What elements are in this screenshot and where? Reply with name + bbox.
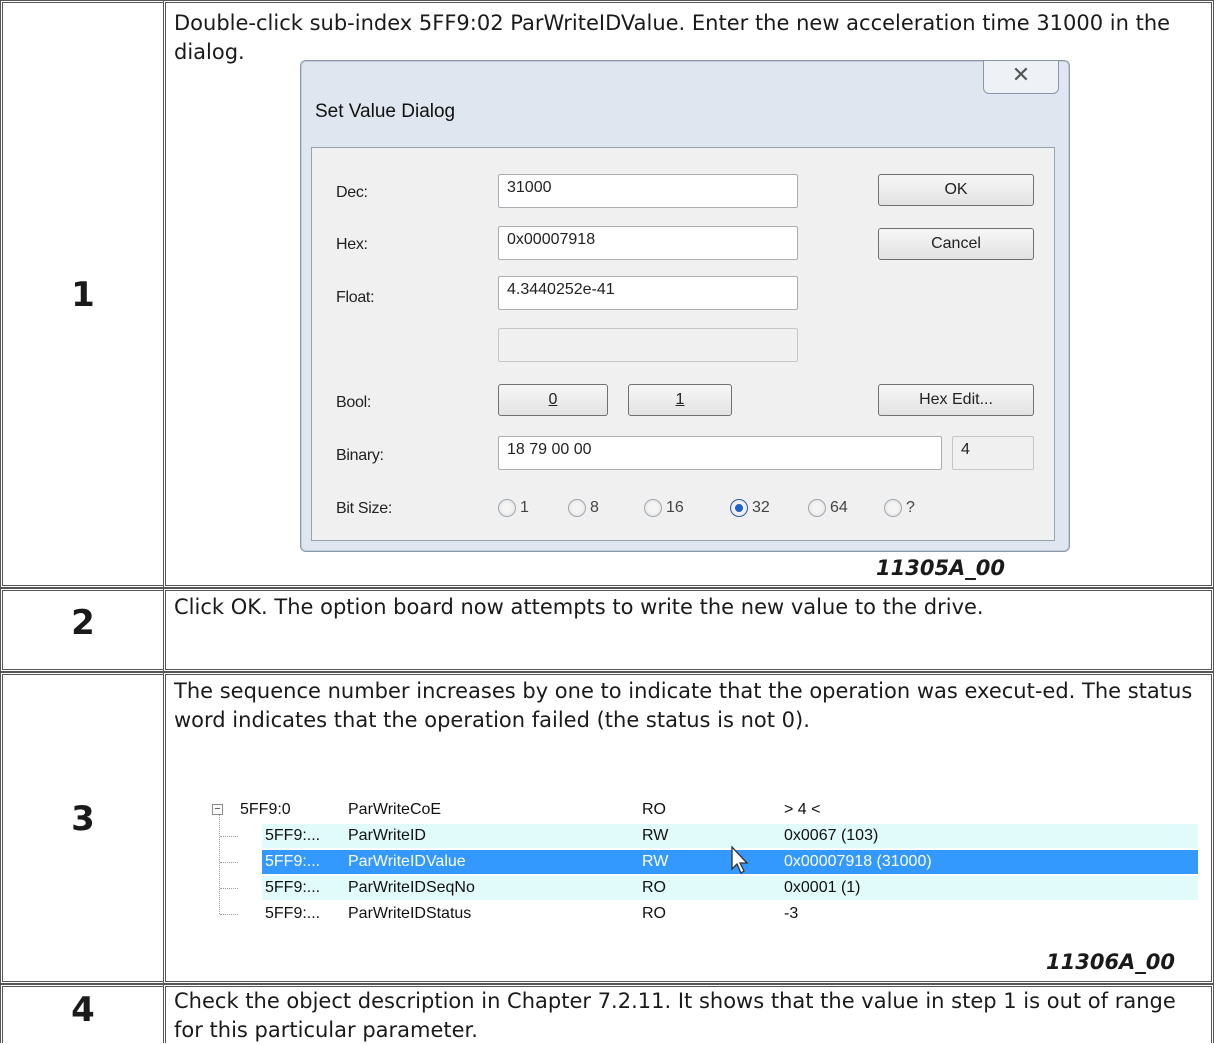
bool-1-button[interactable]: 1 xyxy=(628,384,732,416)
bit-size-radio-32[interactable]: 32 xyxy=(730,494,770,522)
binary-label: Binary: xyxy=(336,447,384,464)
tree-flags: RW xyxy=(642,827,669,844)
tree-index: 5FF9:... xyxy=(265,905,321,922)
tree-flags: RO xyxy=(642,905,666,922)
tree-index: 5FF9:... xyxy=(265,827,321,844)
bit-size-radio-unknown[interactable]: ? xyxy=(884,494,915,522)
bit-size-radio-8[interactable]: 8 xyxy=(568,494,599,522)
radio-icon xyxy=(884,498,902,517)
radio-icon xyxy=(498,498,516,517)
bit-size-radio-16[interactable]: 16 xyxy=(644,494,684,522)
tree-name: ParWriteIDStatus xyxy=(348,905,472,922)
collapse-icon[interactable]: − xyxy=(212,804,223,815)
tree-row[interactable]: 5FF9:... ParWriteID RW 0x0067 (103) xyxy=(200,824,1200,850)
tree-index: 5FF9:0 xyxy=(240,801,291,818)
figure-id: 11305A_00 xyxy=(876,556,1006,580)
extra-input xyxy=(498,328,798,362)
tree-name: ParWriteID xyxy=(348,827,426,844)
bit-size-radio-64[interactable]: 64 xyxy=(808,494,848,522)
hex-edit-button[interactable]: Hex Edit... xyxy=(878,384,1034,416)
tree-name: ParWriteIDSeqNo xyxy=(348,879,475,896)
step-number: 4 xyxy=(71,990,95,1030)
byte-count-field: 4 xyxy=(952,436,1034,470)
tree-value: > 4 < xyxy=(784,801,821,818)
tree-value: -3 xyxy=(784,905,799,922)
dialog-body: Dec: 31000 OK Hex: 0x00007918 Cancel Flo… xyxy=(311,147,1055,541)
float-label: Float: xyxy=(336,289,375,306)
tree-value: 0x0001 (1) xyxy=(784,879,861,896)
step-number: 1 xyxy=(71,275,95,315)
radio-icon xyxy=(808,498,826,517)
hex-label: Hex: xyxy=(336,236,368,253)
step-text: The sequence number increases by one to … xyxy=(174,679,1193,732)
radio-icon xyxy=(644,498,662,517)
tree-value: 0x00007918 (31000) xyxy=(784,853,932,870)
step-text: Check the object description in Chapter … xyxy=(174,989,1176,1042)
dialog-title: Set Value Dialog xyxy=(315,101,456,122)
tree-flags: RO xyxy=(642,801,666,818)
radio-icon xyxy=(568,498,586,517)
tree-name: ParWriteCoE xyxy=(348,801,442,818)
cancel-button[interactable]: Cancel xyxy=(878,228,1034,260)
step-row-4: 4 Check the object description in Chapte… xyxy=(0,984,1214,1043)
binary-input[interactable]: 18 79 00 00 xyxy=(498,436,942,470)
bool-label: Bool: xyxy=(336,394,371,411)
tree-row[interactable]: 5FF9:... ParWriteIDSeqNo RO 0x0001 (1) xyxy=(200,876,1200,902)
tree-index: 5FF9:... xyxy=(265,853,321,870)
radio-checked-icon xyxy=(730,498,748,517)
close-button[interactable]: ✕ xyxy=(983,60,1059,94)
step-text: Click OK. The option board now attempts … xyxy=(174,595,984,619)
tree-row[interactable]: − 5FF9:0 ParWriteCoE RO > 4 < xyxy=(200,798,1200,824)
tree-flags: RW xyxy=(642,853,669,870)
mouse-cursor-icon xyxy=(731,845,749,874)
tree-flags: RO xyxy=(642,879,666,896)
ok-button[interactable]: OK xyxy=(878,174,1034,206)
step-text: Double-click sub-index 5FF9:02 ParWriteI… xyxy=(174,11,1171,64)
tree-value: 0x0067 (103) xyxy=(784,827,879,844)
dec-input[interactable]: 31000 xyxy=(498,174,798,208)
step-row-2: 2 Click OK. The option board now attempt… xyxy=(0,588,1214,672)
hex-input[interactable]: 0x00007918 xyxy=(498,226,798,260)
bit-size-radio-1[interactable]: 1 xyxy=(498,494,529,522)
bool-0-button[interactable]: 0 xyxy=(498,384,608,416)
tree-index: 5FF9:... xyxy=(265,879,321,896)
bit-size-label: Bit Size: xyxy=(336,500,392,517)
step-number: 3 xyxy=(71,799,95,839)
figure-id: 11306A_00 xyxy=(1046,950,1176,974)
dec-label: Dec: xyxy=(336,184,368,201)
float-input[interactable]: 4.3440252e-41 xyxy=(498,276,798,310)
tree-row[interactable]: 5FF9:... ParWriteIDStatus RO -3 xyxy=(200,902,1200,928)
tree-name: ParWriteIDValue xyxy=(348,853,466,870)
close-icon: ✕ xyxy=(1011,63,1031,88)
set-value-dialog: Set Value Dialog ✕ Dec: 31000 OK Hex: 0x… xyxy=(300,60,1070,552)
tree-row-selected[interactable]: 5FF9:... ParWriteIDValue RW 0x00007918 (… xyxy=(200,850,1200,876)
step-number: 2 xyxy=(71,603,95,643)
